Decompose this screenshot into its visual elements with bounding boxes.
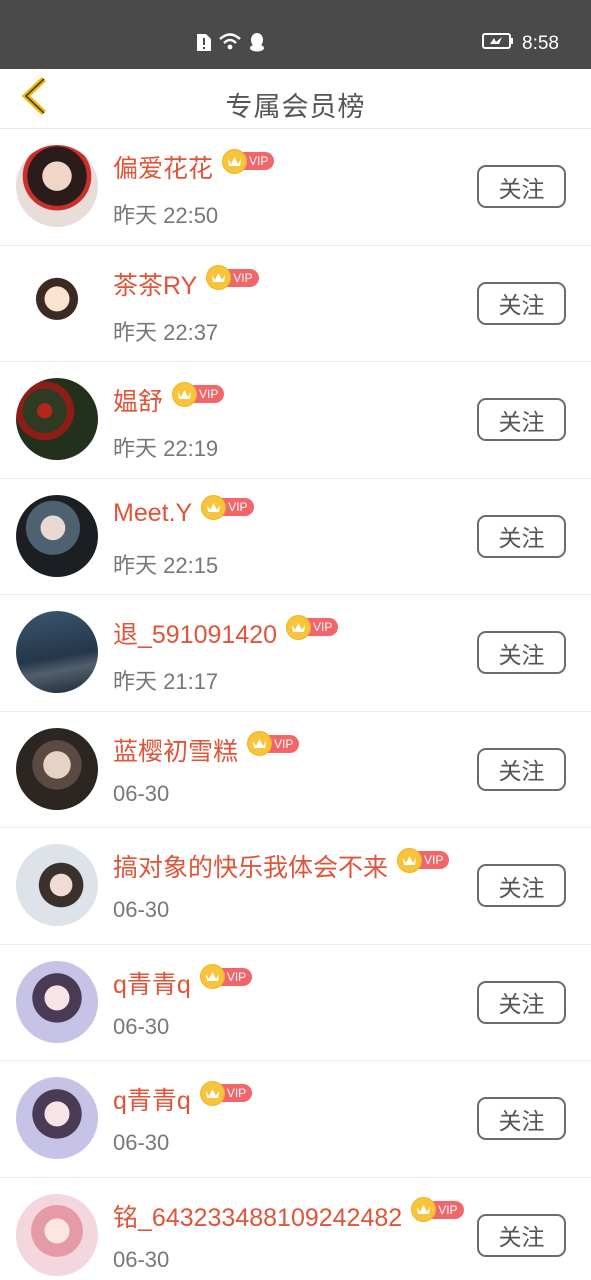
crown-icon [397,847,423,873]
status-bar: 8:58 [0,0,591,69]
timestamp: 昨天 21:17 [113,669,219,694]
member-name[interactable]: 搞对象的快乐我体会不来 [113,848,388,884]
vip-badge: VIP [397,847,450,873]
follow-button[interactable]: 关注 [477,1213,566,1257]
avatar[interactable] [16,727,98,810]
list-item[interactable]: 搞对象的快乐我体会不来 VIP 06-30 关注 [0,828,591,945]
vip-badge: VIP [199,964,253,989]
timestamp: 06-30 [113,1013,170,1039]
timestamp: 昨天 22:50 [113,203,219,228]
timestamp: 昨天 22:15 [113,552,219,578]
vip-badge: VIP [172,381,225,407]
member-list: 偏爱花花 VIP 昨天 22:50 关注 茶茶RY VIP 昨天 22:37 关… [0,129,591,1280]
list-item[interactable]: 铭_643233488109242482 VIP 06-30 关注 [0,1178,591,1280]
vip-badge: VIP [206,265,259,290]
crown-icon [247,731,273,756]
avatar[interactable] [16,145,98,227]
crown-icon [201,494,227,520]
follow-button[interactable]: 关注 [477,398,566,441]
vip-badge: VIP [201,494,254,520]
list-item[interactable]: 偏爱花花 VIP 昨天 22:50 关注 [0,129,591,246]
avatar[interactable] [16,1077,98,1159]
timestamp: 昨天 22:19 [113,436,219,461]
follow-button[interactable]: 关注 [477,747,566,791]
list-item[interactable]: 媪舒 VIP 昨天 22:19 关注 [0,362,591,479]
timestamp: 06-30 [113,1246,170,1272]
avatar[interactable] [16,844,98,926]
battery-icon [482,32,514,56]
avatar[interactable] [16,494,98,577]
nav-bar: 专属会员榜 [0,69,591,129]
sim-alert-icon [196,32,212,57]
timestamp: 06-30 [113,1130,170,1155]
list-item[interactable]: Meet.Y VIP 昨天 22:15 关注 [0,479,591,595]
clock: 8:58 [522,33,559,54]
crown-icon [199,1080,225,1106]
vip-badge: VIP [411,1197,464,1222]
follow-button[interactable]: 关注 [477,165,566,208]
avatar[interactable] [16,611,98,693]
vip-badge: VIP [199,1080,253,1106]
list-item[interactable]: q青青q VIP 06-30 关注 [0,1061,591,1178]
member-name[interactable]: 偏爱花花 [113,149,213,185]
wifi-icon [218,32,242,57]
member-name[interactable]: 媪舒 [113,382,163,418]
follow-button[interactable]: 关注 [477,514,566,558]
member-name[interactable]: 铭_643233488109242482 [113,1198,402,1234]
avatar[interactable] [16,1193,98,1276]
member-name[interactable]: Meet.Y [113,499,192,528]
timestamp: 06-30 [113,897,170,922]
list-item[interactable]: q青青q VIP 06-30 关注 [0,945,591,1061]
page-title: 专属会员榜 [225,92,366,122]
avatar[interactable] [16,960,98,1043]
member-name[interactable]: q青青q [113,965,191,1001]
follow-button[interactable]: 关注 [477,281,566,325]
follow-button[interactable]: 关注 [477,864,566,907]
vip-badge: VIP [222,148,275,174]
member-name[interactable]: 退_591091420 [113,615,277,651]
avatar[interactable] [16,261,98,344]
list-item[interactable]: 退_591091420 VIP 昨天 21:17 关注 [0,595,591,712]
member-name[interactable]: 蓝樱初雪糕 [113,732,238,768]
follow-button[interactable]: 关注 [477,980,566,1024]
crown-icon [172,381,198,407]
status-icons [196,32,266,57]
crown-icon [199,964,225,989]
crown-icon [222,148,248,174]
timestamp: 06-30 [113,780,170,806]
member-name[interactable]: q青青q [113,1081,191,1117]
list-item[interactable]: 茶茶RY VIP 昨天 22:37 关注 [0,246,591,362]
member-name[interactable]: 茶茶RY [113,266,197,302]
timestamp: 昨天 22:37 [113,319,219,345]
list-item[interactable]: 蓝樱初雪糕 VIP 06-30 关注 [0,712,591,828]
vip-badge: VIP [247,731,300,756]
vip-badge: VIP [286,614,339,640]
follow-button[interactable]: 关注 [477,631,566,674]
crown-icon [286,614,312,640]
follow-button[interactable]: 关注 [477,1097,566,1140]
avatar[interactable] [16,378,98,460]
qq-icon [248,32,266,57]
